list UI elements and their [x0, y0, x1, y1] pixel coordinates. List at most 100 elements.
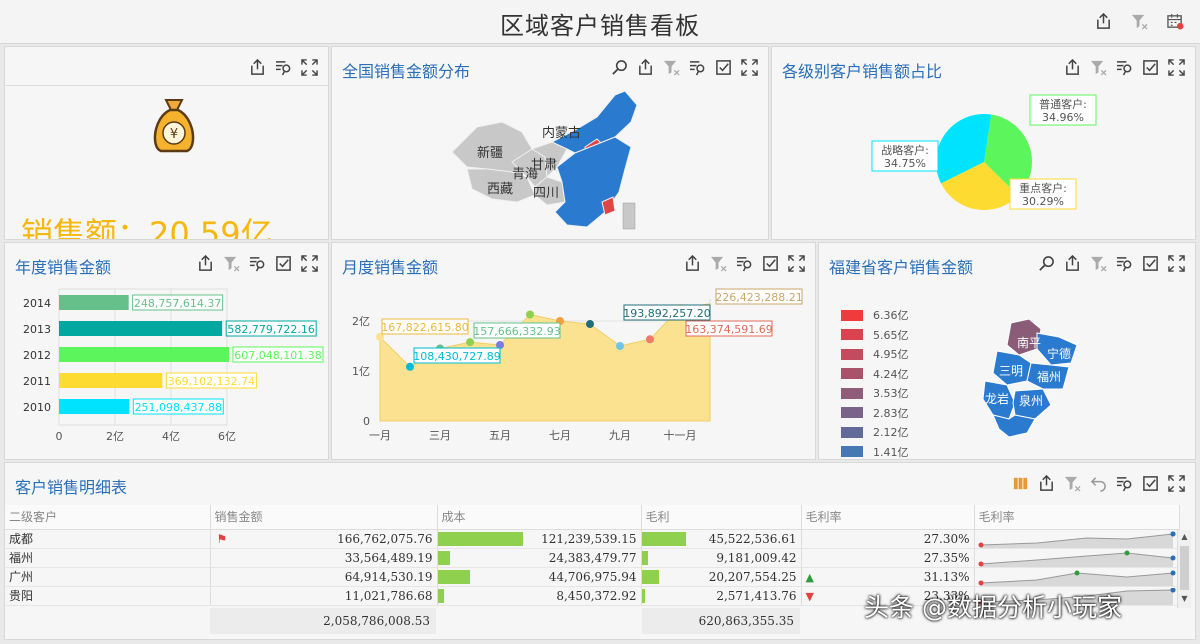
filter-list-button[interactable]	[1113, 472, 1135, 494]
checkbox-button[interactable]	[1139, 252, 1161, 274]
map-label-xizang: 西藏	[487, 182, 513, 197]
calendar-icon	[1166, 13, 1184, 30]
data-label: 193,892,257.20	[623, 307, 710, 320]
legend-item[interactable]: 5.65亿	[841, 327, 909, 343]
legend-item[interactable]: 3.53亿	[841, 385, 909, 401]
clear-filter-button[interactable]	[1061, 472, 1083, 494]
checkbox-button[interactable]	[712, 56, 734, 78]
legend-item[interactable]: 6.36亿	[841, 307, 909, 323]
fullscreen-button[interactable]	[298, 56, 320, 78]
zoom-button[interactable]	[1035, 252, 1057, 274]
column-settings-button[interactable]	[1009, 472, 1031, 494]
annual-bar[interactable]	[59, 347, 229, 362]
scroll-up-icon[interactable]: ▲	[1178, 530, 1191, 544]
y-tick-label: 2012	[23, 349, 51, 362]
cell-customer: 贵阳	[5, 586, 211, 606]
legend-item[interactable]: 1.41亿	[841, 444, 909, 460]
svg-text:¥: ¥	[170, 127, 178, 142]
legend-swatch	[841, 368, 863, 379]
table-row[interactable]: 成都 ⚑ 166,762,075.76 121,239,539.15 45,522,53…	[5, 529, 1180, 549]
pie-label-name: 普通客户:	[1039, 97, 1087, 111]
zoom-button[interactable]	[608, 56, 630, 78]
legend-swatch	[841, 446, 863, 457]
legend-label: 6.36亿	[873, 309, 909, 322]
filter-list-button[interactable]	[1113, 56, 1135, 78]
scroll-down-icon[interactable]: ▼	[1178, 592, 1191, 606]
export-icon	[1065, 58, 1079, 75]
annual-bar[interactable]	[59, 321, 223, 336]
map-label-fuzhou: 福州	[1037, 369, 1061, 384]
data-point[interactable]	[646, 335, 654, 344]
column-header[interactable]: 毛利	[641, 505, 802, 530]
filter-list-button[interactable]	[246, 252, 268, 274]
map-region-zhangzhou[interactable]	[992, 414, 1036, 438]
export-icon	[1065, 254, 1079, 271]
map-label-neimenggu: 内蒙古	[542, 125, 581, 141]
filter-list-button[interactable]	[686, 56, 708, 78]
table-row[interactable]: 广州 64,914,530.19 44,706,975.94 20,207,554.2…	[5, 567, 1180, 587]
data-point[interactable]	[406, 362, 414, 371]
clear-filter-button[interactable]	[1128, 10, 1150, 32]
column-header[interactable]: 毛利率	[974, 505, 1180, 530]
filter-list-button[interactable]	[1113, 252, 1135, 274]
data-point[interactable]	[466, 338, 474, 347]
clear-filter-button[interactable]	[660, 56, 682, 78]
cell-cost: 121,239,539.15	[437, 529, 642, 549]
clear-filter-button[interactable]	[1087, 56, 1109, 78]
legend-item[interactable]: 2.83亿	[841, 405, 909, 421]
checkbox-button[interactable]	[272, 252, 294, 274]
y-tick-label: 2013	[23, 323, 51, 336]
scrollbar-thumb[interactable]	[1180, 546, 1189, 590]
legend-swatch	[841, 387, 863, 399]
schedule-button[interactable]	[1164, 10, 1186, 32]
cell-profit: 45,522,536.61	[641, 529, 802, 549]
data-point[interactable]	[586, 320, 594, 329]
column-header[interactable]: 毛利率	[801, 505, 975, 530]
x-tick-label: 4亿	[162, 430, 180, 443]
grid-icon	[1013, 477, 1027, 489]
table-header-row: 二级客户 销售金额 成本 毛利 毛利率 毛利率	[5, 505, 1180, 530]
column-header[interactable]: 销售金额	[210, 505, 438, 530]
undo-button[interactable]	[1087, 472, 1109, 494]
fullscreen-button[interactable]	[738, 56, 760, 78]
fullscreen-button[interactable]	[1165, 56, 1187, 78]
clear-filter-button[interactable]	[1087, 252, 1109, 274]
fullscreen-button[interactable]	[1165, 252, 1187, 274]
export-button[interactable]	[1092, 10, 1114, 32]
column-header[interactable]: 二级客户	[5, 505, 211, 530]
filter-list-button[interactable]	[272, 56, 294, 78]
filter-list-icon	[275, 60, 290, 75]
fullscreen-button[interactable]	[298, 252, 320, 274]
clear-filter-button[interactable]	[220, 252, 242, 274]
annual-toolbar	[194, 252, 320, 274]
legend-label: 2.12亿	[873, 426, 909, 439]
legend-item[interactable]: 2.12亿	[841, 424, 909, 440]
magnifier-icon	[611, 59, 627, 75]
table-row[interactable]: 福州 33,564,489.19 24,383,479.77 9,181,009.42…	[5, 548, 1180, 568]
sparkline	[978, 570, 1175, 585]
undo-icon	[1090, 476, 1106, 492]
fullscreen-button[interactable]	[1165, 472, 1187, 494]
checkbox-button[interactable]	[1139, 56, 1161, 78]
table-scrollbar[interactable]: ▲ ▼	[1177, 530, 1191, 608]
data-point[interactable]	[526, 310, 534, 319]
annual-bar[interactable]	[59, 373, 163, 388]
cell-margin-sparkline	[974, 548, 1180, 568]
export-button[interactable]	[1061, 56, 1083, 78]
data-point[interactable]	[616, 342, 624, 350]
export-button[interactable]	[1035, 472, 1057, 494]
annual-bar[interactable]	[59, 295, 129, 310]
legend-item[interactable]: 4.95亿	[841, 346, 909, 362]
x-tick-label: 0	[56, 430, 63, 443]
export-button[interactable]	[246, 56, 268, 78]
export-button[interactable]	[634, 56, 656, 78]
legend-item[interactable]: 4.24亿	[841, 366, 909, 382]
export-button[interactable]	[194, 252, 216, 274]
checkbox-button[interactable]	[1139, 472, 1161, 494]
export-button[interactable]	[1061, 252, 1083, 274]
china-map-toolbar	[608, 56, 760, 78]
checkbox-icon	[1142, 475, 1158, 491]
pie-label-value: 34.96%	[1042, 111, 1084, 124]
annual-bar[interactable]	[59, 399, 130, 414]
column-header[interactable]: 成本	[437, 505, 642, 530]
